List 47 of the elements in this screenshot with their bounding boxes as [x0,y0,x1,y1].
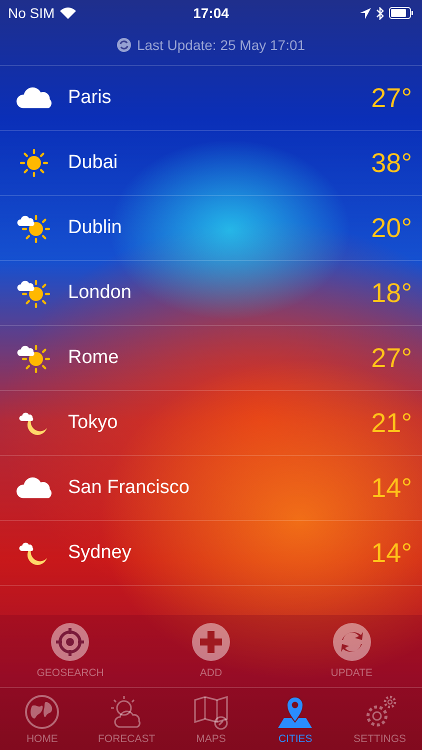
refresh-icon [116,38,131,52]
city-name: Tokyo [68,412,119,434]
tab[interactable]: CITIES [255,694,336,744]
clock-text: 17:04 [193,5,229,21]
location-pin-icon [276,694,314,730]
city-name: Dubai [68,152,119,174]
target-icon [51,623,90,661]
bluetooth-icon [376,6,384,20]
battery-icon [389,7,414,19]
city-name: London [68,282,132,304]
cloud-icon [16,475,52,501]
temperature-text: 20° [371,212,412,244]
location-arrow-icon [360,8,371,18]
city-row[interactable]: San Francisco 14° [0,456,422,521]
map-icon [192,694,229,730]
moon-cloud-icon [19,540,49,566]
temperature-text: 27° [371,82,412,114]
temperature-text: 18° [371,278,412,308]
sun-cloud-icon [17,213,51,243]
carrier-text: No SIM [8,5,55,21]
sun-cloud-icon [17,343,51,373]
city-name: Paris [68,87,112,109]
city-name: Dublin [68,217,123,239]
city-row[interactable]: Paris 27° [0,66,422,131]
moon-cloud-icon [19,410,49,436]
city-name: Sydney [68,542,132,564]
globe-icon [24,694,60,730]
city-row[interactable]: Rome 27° [0,326,422,391]
sun-cloud-icon [17,278,51,308]
city-row[interactable]: Dubai 38° [0,131,422,196]
city-row[interactable]: London 18° [0,261,422,326]
temperature-text: 38° [371,148,412,178]
refresh-icon [332,623,371,661]
wifi-icon [60,7,76,19]
city-name: San Francisco [68,477,190,499]
temperature-text: 14° [371,472,412,504]
city-name: Rome [68,347,120,369]
cloud-icon [16,85,52,111]
temperature-text: 27° [371,342,412,374]
sun-icon [19,148,49,178]
temperature-text: 14° [371,538,412,568]
city-row[interactable]: Sydney 14° [0,521,422,586]
last-update-text: Last Update: 25 May 17:01 [136,36,306,52]
plus-icon [192,623,230,661]
city-row[interactable]: Dublin 20° [0,196,422,261]
temperature-text: 21° [371,408,412,438]
city-row[interactable]: Tokyo 21° [0,391,422,456]
